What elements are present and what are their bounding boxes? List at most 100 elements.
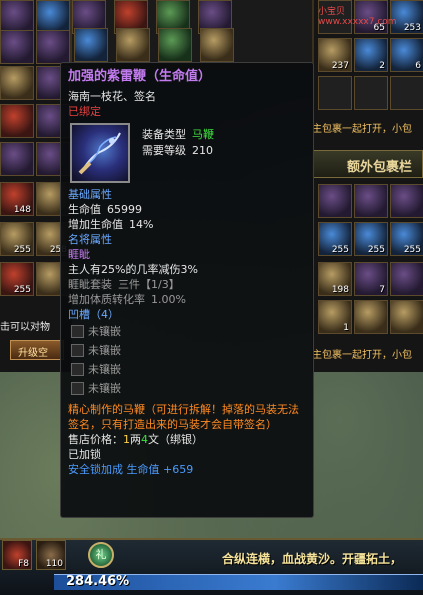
inventory-slot[interactable] [0,142,34,176]
inventory-slot[interactable] [390,262,423,296]
inventory-slot[interactable]: 255 [0,222,34,256]
inventory-slot[interactable]: 1 [318,300,352,334]
inventory-slot[interactable]: 7 [354,262,388,296]
inventory-slot[interactable] [0,30,34,64]
price-row: 售店价格：1两4文（绑银） [68,432,306,447]
socket-box-icon [71,382,84,395]
inventory-slot[interactable]: 255 [0,262,34,296]
equip-slot[interactable] [200,28,234,62]
inventory-slot[interactable] [36,0,70,34]
inventory-slot[interactable]: 255 [318,222,352,256]
inventory-slot[interactable]: 6 [390,38,423,72]
item-bound-status: 已绑定 [68,105,101,118]
upgrade-button[interactable]: 升级空 [10,340,64,360]
hotkey-count: 110 [45,559,63,569]
site-watermark: 小宝贝www.xxxxx7.com [318,7,397,27]
item-maker: 海南一枝花、签名 [68,90,156,103]
price-copper: 4 [141,433,148,446]
inventory-slot[interactable]: 198 [318,262,352,296]
inventory-slot[interactable] [354,184,388,218]
left-hint-text: 击可以对物 [0,322,50,333]
inventory-slot[interactable] [0,104,34,138]
item-tooltip: 加强的紫雷鞭（生命值） 海南一枝花、签名 已绑定 装备类型 马鞭 需要等级 210 … [60,62,314,518]
socket-label: 未镶嵌 [88,382,121,395]
inventory-slot[interactable] [318,76,352,110]
socket-box-icon [71,325,84,338]
inventory-slot[interactable]: 255 [390,222,423,256]
item-header: 装备类型 马鞭 需要等级 210 [68,121,306,187]
famous-attr-header: 名将属性 [68,233,112,246]
inventory-slot[interactable] [390,184,423,218]
item-name: 加强的紫雷鞭（生命值） [68,69,212,84]
sleep-effect: 主人有25%的几率减伤3% [68,263,198,276]
socket-slot: 未镶嵌 [68,379,306,398]
socket-label: 未镶嵌 [88,363,121,376]
req-level-row: 需要等级 210 [142,143,213,158]
slot-count: 1 [343,323,349,333]
price-copper-unit: 文 [148,433,159,446]
set-value: 三件【1/3】 [118,278,180,291]
equip-slot[interactable] [116,28,150,62]
inventory-slot[interactable] [354,300,388,334]
equip-type-label: 装备类型 [142,128,186,141]
slot-count: 255 [367,245,385,255]
inventory-slot[interactable] [390,300,423,334]
equip-slot[interactable] [158,28,192,62]
price-gold: 1 [123,433,130,446]
equip-type-value: 马鞭 [192,128,214,141]
inventory-slot[interactable]: 255 [354,222,388,256]
price-label: 售店价格： [68,433,123,446]
safe-bonus-row: 安全锁加成 生命值 +659 [68,462,306,477]
extra-bag-banner: 额外包裹栏 [312,150,423,178]
set-label: 睚眦套装 [68,278,112,291]
set-row: 睚眦套装 三件【1/3】 [68,277,306,292]
convert-value: 1.00% [151,293,186,306]
locked-status: 已加锁 [68,448,101,461]
inventory-slot[interactable] [0,66,34,100]
whip-icon [70,123,130,183]
right-inventory-panel: 65 253 237 2 6 255 255 255 198 7 1 [312,0,423,372]
safe-bonus-value: +659 [163,463,194,476]
inventory-slot[interactable] [354,76,388,110]
hp-bonus-row: 增加生命值 14% [68,217,306,232]
slot-count: 255 [13,285,31,295]
inventory-slot[interactable]: 237 [318,38,352,72]
slot-count: 6 [415,61,421,71]
inventory-slot[interactable]: 148 [0,182,34,216]
hotkey-label: F8 [18,559,29,569]
hp-value: 65999 [107,203,142,216]
inventory-slot[interactable] [390,76,423,110]
slot-count: 2 [379,61,385,71]
basic-attr-header: 基础属性 [68,188,112,201]
slot-count: 255 [331,245,349,255]
item-description: 精心制作的马鞭（可进行拆解！掉落的马装无法签名，只有打造出来的马装才会自带签名） [68,403,299,431]
inventory-slot[interactable] [36,30,70,64]
req-level-value: 210 [192,144,213,157]
top-equipment-strip [72,0,312,70]
socket-slot: 未镶嵌 [68,360,306,379]
hp-label: 生命值 [68,203,101,216]
gift-orb-icon[interactable]: 礼 [88,542,114,568]
slot-count: 255 [403,245,421,255]
slot-count: 255 [13,245,31,255]
convert-row: 增加体质转化率 1.00% [68,292,306,307]
socket-box-icon [71,344,84,357]
hotkey-slot[interactable]: F8 [2,540,32,570]
slogan-banner: 合纵连横，血战黄沙。开疆拓土， [222,552,403,566]
safe-bonus-attr: 生命值 [126,463,160,476]
inventory-slot[interactable] [0,0,34,34]
slot-count: 148 [13,205,31,215]
socket-slot: 未镶嵌 [68,322,306,341]
right-hint-bottom: 主包裹一起打开，小包 [312,350,412,361]
hotkey-slot[interactable]: 110 [36,540,66,570]
req-level-label: 需要等级 [142,144,186,157]
equip-slot[interactable] [74,28,108,62]
hp-row: 生命值 65999 [68,202,306,217]
slot-count: 7 [379,285,385,295]
experience-percent: 284.46% [66,574,130,589]
inventory-slot[interactable] [318,184,352,218]
hp-bonus-label: 增加生命值 [68,218,123,231]
socket-slot: 未镶嵌 [68,341,306,360]
inventory-slot[interactable]: 2 [354,38,388,72]
slot-count: 198 [331,285,349,295]
